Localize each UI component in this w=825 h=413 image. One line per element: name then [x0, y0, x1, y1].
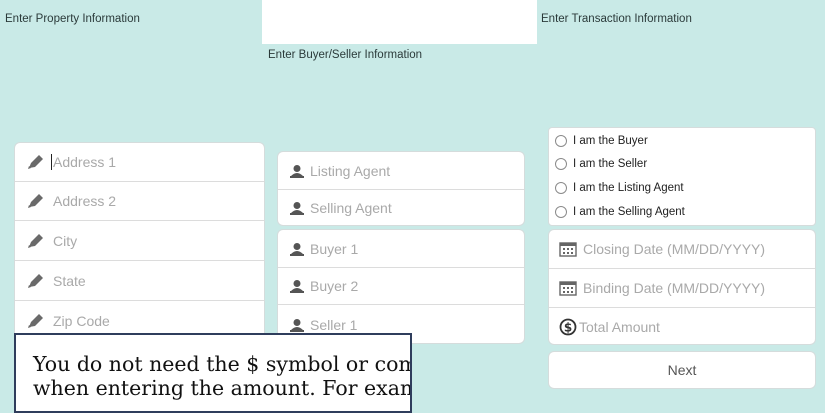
svg-text:$: $ — [564, 320, 572, 334]
state-field[interactable]: State — [15, 260, 264, 300]
person-icon — [290, 164, 304, 178]
transaction-section-header: Enter Transaction Information — [541, 13, 692, 25]
address1-placeholder: Address 1 — [53, 154, 117, 170]
binding-date-placeholder: Binding Date (MM/DD/YYYY) — [583, 280, 766, 296]
person-icon — [290, 242, 304, 256]
property-section-header: Enter Property Information — [5, 13, 140, 25]
radio-button[interactable] — [555, 182, 567, 194]
role-option-buyer[interactable]: I am the Buyer — [555, 135, 648, 147]
city-field[interactable]: City — [15, 220, 264, 260]
transaction-panel: Closing Date (MM/DD/YYYY) Binding Date (… — [548, 229, 816, 345]
parties-panel: Buyer 1 Buyer 2 Seller 1 — [277, 229, 525, 344]
header-white-tab — [262, 0, 537, 44]
role-option-label: I am the Selling Agent — [573, 206, 685, 218]
calendar-icon — [559, 280, 577, 296]
next-button[interactable]: Next — [548, 351, 816, 389]
buyer1-field[interactable]: Buyer 1 — [278, 230, 524, 267]
closing-date-field[interactable]: Closing Date (MM/DD/YYYY) — [549, 230, 815, 268]
pencil-icon — [27, 273, 45, 289]
dollar-icon: $ — [559, 318, 577, 336]
amount-hint-tooltip: You do not need the $ symbol or commas w… — [14, 333, 412, 413]
pencil-icon — [27, 233, 45, 249]
role-option-label: I am the Seller — [573, 158, 648, 170]
zip-code-placeholder: Zip Code — [53, 313, 110, 329]
agents-panel: Listing Agent Selling Agent — [277, 151, 525, 226]
pencil-icon — [27, 154, 45, 170]
buyer2-placeholder: Buyer 2 — [310, 278, 359, 294]
buyer1-placeholder: Buyer 1 — [310, 240, 359, 257]
buyer-seller-section-header: Enter Buyer/Seller Information — [268, 49, 423, 61]
total-amount-field[interactable]: $ Total Amount — [549, 307, 815, 345]
address2-field[interactable]: Address 2 — [15, 181, 264, 220]
person-icon — [290, 279, 304, 293]
selling-agent-placeholder: Selling Agent — [310, 200, 392, 216]
closing-date-placeholder: Closing Date (MM/DD/YYYY) — [583, 241, 766, 257]
pencil-icon — [27, 313, 45, 329]
radio-button[interactable] — [555, 135, 567, 147]
property-fields-panel: Address 1 Address 2 City State Zip Code — [14, 142, 265, 342]
person-icon — [290, 201, 304, 215]
role-option-listing-agent[interactable]: I am the Listing Agent — [555, 182, 684, 194]
listing-agent-placeholder: Listing Agent — [310, 162, 391, 179]
listing-agent-field[interactable]: Listing Agent — [278, 152, 524, 189]
role-panel: I am the Buyer I am the Seller I am the … — [548, 127, 816, 226]
city-placeholder: City — [53, 232, 78, 249]
radio-button[interactable] — [555, 206, 567, 218]
radio-button[interactable] — [555, 158, 567, 170]
role-option-label: I am the Listing Agent — [573, 182, 684, 194]
binding-date-field[interactable]: Binding Date (MM/DD/YYYY) — [549, 268, 815, 307]
selling-agent-field[interactable]: Selling Agent — [278, 189, 524, 226]
address1-field[interactable]: Address 1 — [15, 143, 264, 181]
tooltip-line-2: when entering the amount. For example — [33, 376, 412, 400]
buyer2-field[interactable]: Buyer 2 — [278, 267, 524, 304]
role-option-label: I am the Buyer — [573, 135, 648, 147]
role-option-seller[interactable]: I am the Seller — [555, 158, 647, 170]
person-icon — [290, 318, 304, 332]
tooltip-line-1: You do not need the $ symbol or commas — [33, 352, 410, 376]
total-amount-placeholder: Total Amount — [579, 318, 660, 335]
text-cursor — [51, 154, 52, 170]
role-option-selling-agent[interactable]: I am the Selling Agent — [555, 206, 685, 218]
seller1-placeholder: Seller 1 — [310, 316, 358, 333]
state-placeholder: State — [53, 272, 86, 289]
calendar-icon — [559, 241, 577, 257]
address2-placeholder: Address 2 — [53, 193, 117, 209]
pencil-icon — [27, 193, 45, 209]
